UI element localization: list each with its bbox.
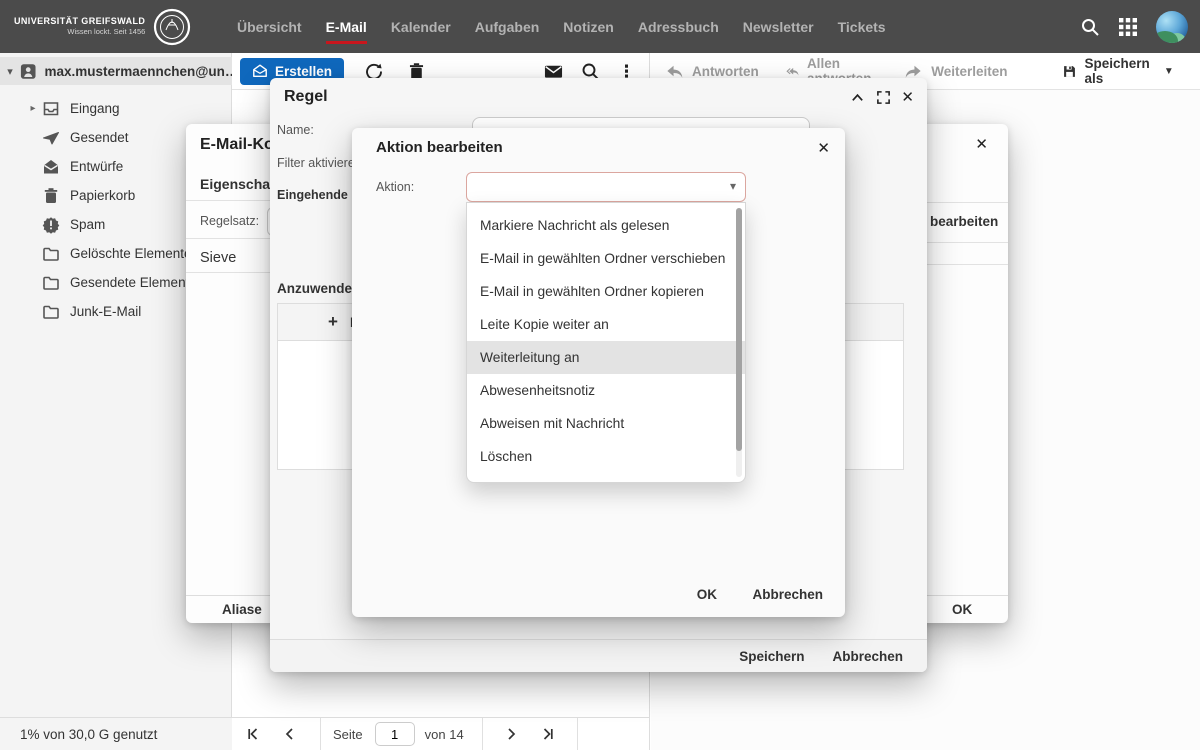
list-more-icon[interactable]: ⋮ [618, 63, 635, 80]
scrollbar-thumb[interactable] [736, 208, 742, 451]
forward-label: Weiterleiten [931, 64, 1007, 79]
person-icon [20, 63, 36, 80]
option-vacation-notice[interactable]: Abwesenheitsnotiz [467, 374, 745, 407]
close-icon[interactable]: ✕ [901, 88, 914, 106]
tab-adressbuch[interactable]: Adressbuch [638, 0, 719, 53]
folder-label: Spam [70, 217, 105, 232]
logo-line2: Wissen lockt. Seit 1456 [14, 27, 145, 36]
option-redirect-to[interactable]: Weiterleitung an [467, 341, 745, 374]
ruleset-label: Regelsatz: [200, 214, 259, 228]
tab-email[interactable]: E-Mail [326, 0, 367, 53]
action-field-label: Aktion: [376, 180, 414, 194]
app-launcher-icon[interactable] [1118, 17, 1138, 37]
user-avatar[interactable] [1156, 11, 1188, 43]
option-reject-with-message[interactable]: Abweisen mit Nachricht [467, 407, 745, 440]
page-of-label: von 14 [425, 727, 464, 742]
reply-label: Antworten [692, 64, 759, 79]
tab-notizen[interactable]: Notizen [563, 0, 614, 53]
webmail-app: UNIVERSITÄT GREIFSWALD Wissen lockt. Sei… [0, 0, 1200, 750]
expand-icon[interactable] [876, 90, 891, 105]
tab-aufgaben[interactable]: Aufgaben [475, 0, 540, 53]
action-dialog-title: Aktion bearbeiten [376, 139, 503, 156]
logo-line1: UNIVERSITÄT GREIFSWALD [14, 16, 145, 27]
account-row[interactable]: ▾ max.mustermaennchen@un… [0, 57, 232, 85]
university-seal-icon [153, 8, 191, 46]
action-options-list: Markiere Nachricht als gelesen E-Mail in… [466, 202, 746, 483]
action-cancel-button[interactable]: Abbrechen [752, 587, 823, 602]
option-move-to-folder[interactable]: E-Mail in gewählten Ordner verschieben [467, 242, 745, 275]
option-forward-copy[interactable]: Leite Kopie weiter an [467, 308, 745, 341]
folder-label: Papierkorb [70, 188, 135, 203]
last-page-icon[interactable] [539, 726, 555, 742]
spam-icon [42, 216, 60, 234]
send-icon [42, 129, 60, 147]
account-ok-button[interactable]: OK [952, 602, 972, 617]
tab-newsletter[interactable]: Newsletter [743, 0, 814, 53]
first-page-icon[interactable] [246, 726, 262, 742]
folder-icon [42, 274, 60, 292]
inbox-icon [42, 100, 60, 118]
rule-name-label: Name: [277, 123, 314, 137]
folder-label: Gesendete Elemente [70, 275, 197, 290]
drafts-icon [42, 158, 60, 176]
compose-label: Erstellen [275, 64, 332, 79]
save-icon [1062, 62, 1077, 81]
compose-envelope-icon [252, 63, 268, 79]
top-navbar: UNIVERSITÄT GREIFSWALD Wissen lockt. Sei… [0, 0, 1200, 53]
prev-page-icon[interactable] [282, 726, 298, 742]
quota-bar: 1% von 30,0 G genutzt [0, 717, 232, 750]
trash-icon [42, 187, 60, 205]
option-discard[interactable]: Löschen [467, 440, 745, 473]
dropdown-scrollbar [736, 208, 742, 477]
rule-dialog-footer: Speichern Abbrechen [270, 639, 927, 672]
page-label: Seite [333, 727, 363, 742]
close-icon[interactable]: ✕ [817, 139, 830, 157]
chevron-down-icon[interactable]: ▾ [0, 65, 20, 78]
action-ok-button[interactable]: OK [697, 587, 717, 602]
rule-save-button[interactable]: Speichern [739, 649, 804, 664]
rule-edit-link[interactable]: bearbeiten [930, 214, 998, 229]
page-number-input[interactable] [375, 722, 415, 746]
action-select[interactable]: ▾ [466, 172, 746, 202]
chevron-down-icon: ▾ [730, 179, 736, 193]
sidebar-item-eingang[interactable]: ▸ Eingang [0, 94, 232, 123]
save-as-button[interactable]: Speichern als ▼ [1062, 56, 1174, 86]
tab-kalender[interactable]: Kalender [391, 0, 451, 53]
tab-tickets[interactable]: Tickets [838, 0, 886, 53]
save-as-label: Speichern als [1085, 56, 1154, 86]
folder-label: Entwürfe [70, 159, 123, 174]
folder-icon [42, 245, 60, 263]
rule-cancel-button[interactable]: Abbrechen [832, 649, 903, 664]
folder-label: Gesendet [70, 130, 129, 145]
account-email: max.mustermaennchen@un… [44, 64, 232, 79]
folder-label: Eingang [70, 101, 120, 116]
folder-icon [42, 303, 60, 321]
search-icon[interactable] [1080, 17, 1100, 37]
chevron-right-icon[interactable]: ▸ [24, 103, 42, 114]
rule-dialog-title: Regel [284, 88, 328, 106]
close-icon[interactable]: ✕ [975, 135, 988, 153]
pagination-bar: Seite von 14 [232, 717, 649, 750]
folder-label: Junk-E-Mail [70, 304, 141, 319]
university-logo: UNIVERSITÄT GREIFSWALD Wissen lockt. Sei… [14, 0, 191, 53]
folder-label: Gelöschte Elemente [70, 246, 192, 261]
plus-icon: + [328, 312, 338, 332]
option-mark-read[interactable]: Markiere Nachricht als gelesen [467, 209, 745, 242]
option-partial[interactable]: Benachrichtigung versenden [467, 473, 745, 483]
tab-uebersicht[interactable]: Übersicht [237, 0, 302, 53]
next-page-icon[interactable] [503, 726, 519, 742]
sieve-item[interactable]: Sieve [200, 250, 236, 266]
collapse-icon[interactable] [850, 90, 865, 105]
chevron-down-icon: ▼ [1164, 66, 1174, 77]
aliases-button[interactable]: Aliase [222, 602, 262, 617]
action-edit-dialog: Aktion bearbeiten ✕ Aktion: ▾ Markiere N… [352, 128, 845, 617]
app-tabs: Übersicht E-Mail Kalender Aufgaben Notiz… [237, 0, 886, 53]
option-copy-to-folder[interactable]: E-Mail in gewählten Ordner kopieren [467, 275, 745, 308]
quota-text: 1% von 30,0 G genutzt [20, 727, 157, 742]
